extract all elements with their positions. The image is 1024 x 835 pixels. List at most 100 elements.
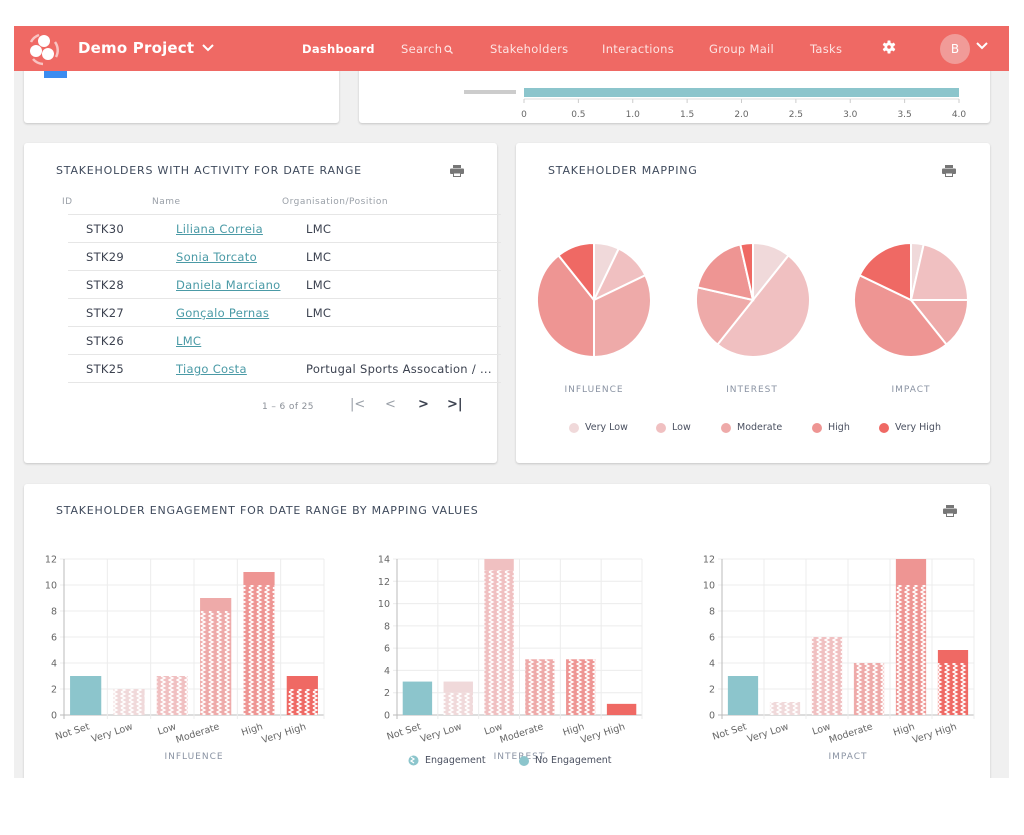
engagement-bar-charts: 024681012Not Set Very Low LowModerate HighV… (45, 555, 975, 762)
legend-label: High (828, 422, 850, 433)
bar-hatch-pattern (243, 585, 275, 715)
hatched-circle-icon (408, 755, 419, 766)
bar-hatch-pattern (895, 585, 927, 715)
stakeholder-name-link[interactable]: Sonia Torcato (176, 250, 257, 264)
legend-item[interactable]: High (812, 422, 850, 433)
x-tick-label: Very Low (746, 721, 790, 745)
y-tick-label: 0 (51, 711, 57, 722)
nav-interactions[interactable]: Interactions (602, 42, 674, 56)
x-tick-label: Not Set (54, 721, 91, 742)
stakeholder-id: STK27 (86, 306, 124, 320)
nav-stakeholders[interactable]: Stakeholders (490, 42, 568, 56)
legend-item[interactable]: Very Low (569, 422, 628, 433)
y-tick-label: 6 (709, 633, 715, 644)
pagination-range: 1 – 6 of 25 (262, 402, 314, 412)
legend-color-dot (656, 422, 666, 433)
printer-icon[interactable] (942, 165, 956, 177)
pie-impact (853, 241, 970, 358)
bar-no-engagement-very-high[interactable] (937, 650, 969, 663)
x-tick-label: Very High (260, 721, 307, 746)
stakeholder-name-link[interactable]: Tiago Costa (176, 362, 247, 376)
stakeholder-org: LMC (306, 278, 332, 292)
stakeholder-mapping-card: STAKEHOLDER MAPPING INFLUENCE INTEREST I… (516, 143, 990, 463)
table-row: STK25 Tiago Costa Portugal Sports Assocati… (68, 354, 501, 382)
printer-icon[interactable] (450, 165, 464, 177)
last-page-button[interactable]: >| (447, 397, 463, 412)
column-header-org[interactable]: Organisation/Position (282, 197, 388, 207)
stakeholder-name-link[interactable]: LMC (176, 334, 201, 348)
table-row: STK29 Sonia Torcato LMC (68, 242, 501, 270)
printer-icon[interactable] (943, 505, 957, 517)
y-tick-label: 12 (45, 555, 57, 566)
pie-label-interest: INTEREST (726, 385, 778, 395)
y-tick-label: 4 (51, 659, 57, 670)
bar-no-engagement-low[interactable] (484, 559, 514, 571)
bar-no-engagement-not-set[interactable] (727, 676, 759, 715)
bar-no-engagement-very-high[interactable] (286, 676, 318, 689)
bar-hatch-pattern (937, 663, 969, 715)
nav-search[interactable]: Search (401, 42, 454, 56)
gear-icon[interactable] (882, 40, 896, 54)
bar-no-engagement-moderate[interactable] (200, 598, 232, 611)
legend-no-engagement[interactable]: No Engagement (519, 755, 612, 766)
table-divider (68, 382, 501, 383)
next-page-button[interactable]: > (418, 397, 429, 412)
bar-no-engagement-not-set[interactable] (70, 676, 102, 715)
x-axis-label: INFLUENCE (164, 752, 223, 762)
x-tick-label: 4.0 (952, 110, 967, 120)
column-header-name[interactable]: Name (152, 197, 181, 207)
legend-item[interactable]: Moderate (721, 422, 782, 433)
stakeholder-name-link[interactable]: Daniela Marciano (176, 278, 281, 292)
y-tick-label: 4 (384, 666, 390, 677)
previous-page-button[interactable]: < (385, 397, 396, 412)
nav-tasks[interactable]: Tasks (810, 42, 842, 56)
x-tick-label: 0.5 (571, 110, 585, 120)
y-tick-label: 12 (378, 577, 390, 588)
user-avatar[interactable]: B (940, 34, 970, 64)
bar-no-engagement-not-set[interactable] (402, 681, 433, 715)
bar-hatch-pattern (200, 611, 232, 715)
legend-item[interactable]: Very High (879, 422, 941, 433)
stakeholder-name-link[interactable]: Liliana Correia (176, 222, 263, 236)
pie-influence (536, 241, 652, 359)
nav-dashboard[interactable]: Dashboard (302, 42, 375, 56)
pie-label-impact: IMPACT (891, 385, 931, 395)
y-tick-label: 2 (709, 685, 715, 696)
x-tick-label: Not Set (385, 721, 422, 742)
card-title: STAKEHOLDER MAPPING (548, 164, 698, 177)
nav-group-mail[interactable]: Group Mail (709, 42, 774, 56)
legend-item[interactable]: Low (656, 422, 691, 433)
legend-label: Low (672, 422, 691, 433)
x-tick-label: 3.5 (897, 110, 911, 120)
bar-hatch-pattern (484, 570, 514, 715)
table-row: STK27 Gonçalo Pernas LMC (68, 298, 501, 326)
first-page-button[interactable]: |< (350, 397, 365, 412)
bar-no-engagement-very-high[interactable] (606, 703, 637, 715)
legend-engagement[interactable]: Engagement (408, 755, 486, 766)
bar-no-engagement-high[interactable] (895, 559, 927, 585)
y-tick-label: 4 (709, 659, 715, 670)
legend-label: Very Low (585, 422, 628, 433)
project-selector[interactable]: Demo Project (78, 39, 214, 57)
legend-color-dot (812, 422, 822, 433)
x-tick-label: Very Low (90, 721, 134, 745)
top-chart-bar[interactable] (524, 88, 959, 97)
stakeholder-id: STK29 (86, 250, 124, 264)
y-tick-label: 8 (51, 607, 57, 618)
bar-no-engagement-high[interactable] (243, 572, 275, 585)
stakeholder-id: STK26 (86, 334, 124, 348)
stakeholder-name-link[interactable]: Gonçalo Pernas (176, 306, 269, 320)
column-header-id[interactable]: ID (62, 197, 73, 207)
chevron-down-icon[interactable] (976, 42, 988, 50)
x-axis-label: IMPACT (828, 752, 867, 762)
app-logo-icon[interactable] (24, 30, 62, 68)
stakeholder-org: LMC (306, 250, 332, 264)
project-name: Demo Project (78, 39, 195, 57)
legend-label: Moderate (737, 422, 783, 433)
bar-no-engagement-very-low[interactable] (443, 681, 473, 693)
legend-label: Engagement (425, 755, 486, 766)
legend-color-dot (879, 422, 889, 433)
y-tick-label: 8 (384, 621, 390, 632)
solid-circle-icon (519, 755, 529, 766)
stakeholder-org: LMC (306, 306, 332, 320)
